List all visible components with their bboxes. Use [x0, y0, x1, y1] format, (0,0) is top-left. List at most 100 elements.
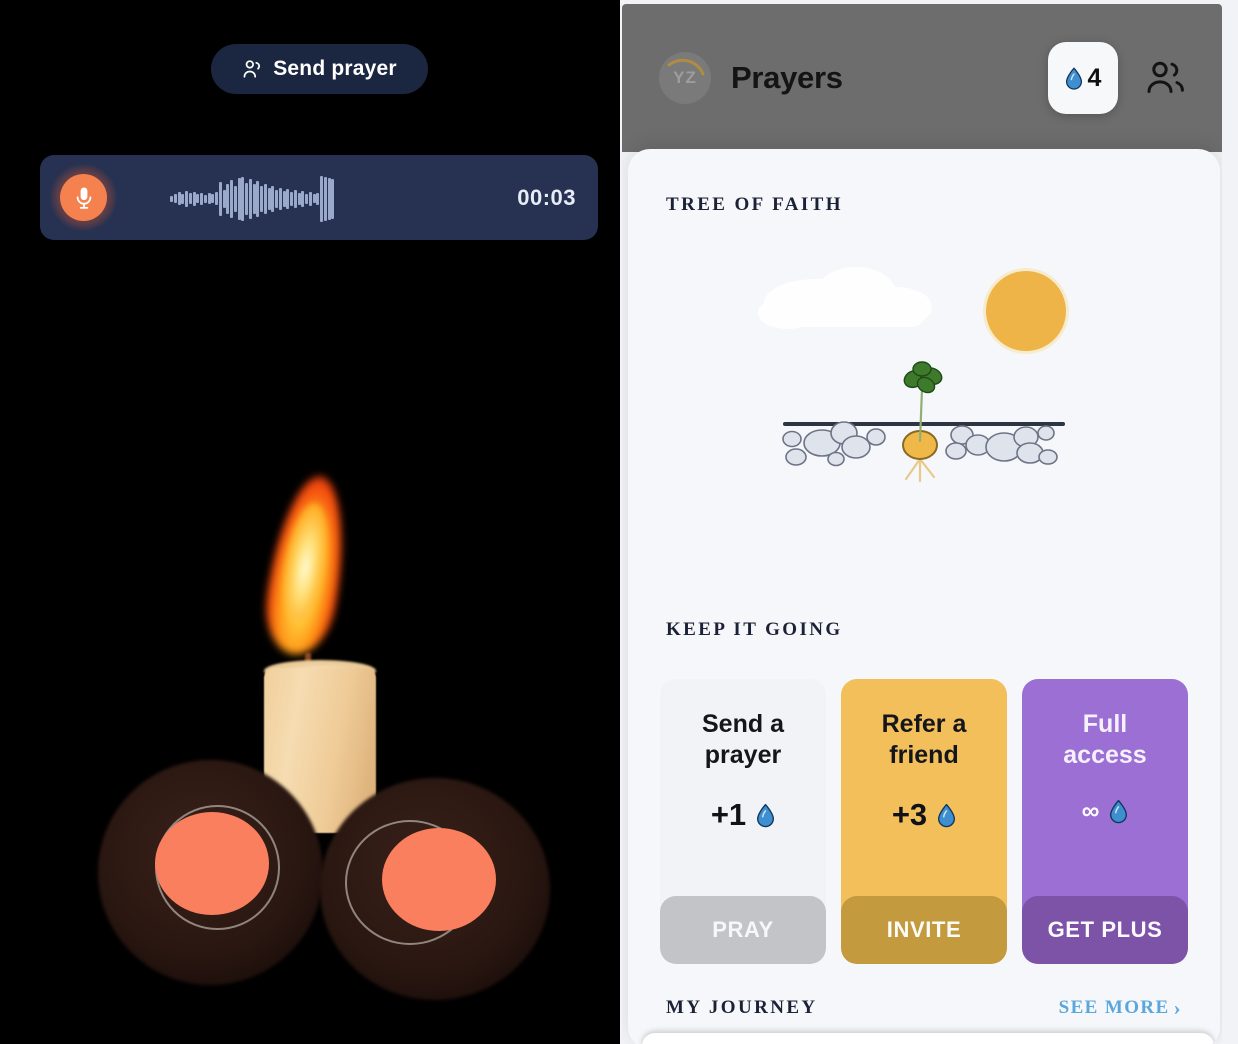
- card-title-line1: Full: [1082, 710, 1128, 738]
- waveform-bar: [263, 183, 267, 214]
- card-title: Send a prayer: [702, 709, 784, 770]
- waveform-bar: [252, 183, 256, 214]
- send-prayer-button[interactable]: Send prayer: [211, 44, 428, 94]
- avatar[interactable]: YZ: [659, 52, 711, 104]
- waveform-bar: [286, 188, 290, 209]
- waveform-bar: [275, 189, 278, 208]
- pray-button[interactable]: PRAY: [660, 896, 826, 964]
- friends-icon: [1144, 60, 1186, 96]
- waveform-bar: [293, 189, 297, 208]
- waveform-bar: [203, 194, 207, 203]
- invite-button[interactable]: INVITE: [841, 896, 1007, 964]
- avatar-progress-arc: [667, 58, 705, 76]
- my-journey-heading: MY JOURNEY: [666, 997, 818, 1018]
- card-reward-amount: ∞: [1081, 797, 1100, 825]
- card-title: Full access: [1063, 709, 1146, 770]
- waveform-bar: [196, 194, 200, 203]
- waveform-bar: [248, 178, 252, 219]
- card-reward-amount: +1: [710, 797, 747, 832]
- waveform-bar: [297, 192, 301, 205]
- waveform-bar: [282, 190, 286, 207]
- keep-it-going-heading: KEEP IT GOING: [666, 619, 843, 640]
- card-title-line2: access: [1063, 740, 1147, 769]
- waveform-bar: [170, 195, 173, 202]
- tree-of-faith-popup: TREE OF FAITH KEEP IT GOING Send a praye…: [628, 149, 1220, 1044]
- send-prayer-label: Send prayer: [273, 57, 397, 80]
- recording-timer: 00:03: [517, 184, 576, 210]
- candle-illustration: [0, 430, 620, 1044]
- waveform-bar: [233, 185, 237, 212]
- waveform-bar: [290, 191, 293, 206]
- waveform-bar: [301, 190, 305, 207]
- tree-of-faith-heading: TREE OF FAITH: [666, 194, 843, 215]
- app-viewport: YZ Prayers 4 TREE OF FAITH KEEP IT GOING…: [622, 4, 1222, 1044]
- waveform-bar: [215, 192, 218, 205]
- app-header: YZ Prayers 4: [622, 4, 1222, 152]
- reward-card-list: Send a prayer +1 PRAY Refer a friend +3 …: [660, 679, 1188, 964]
- waveform-bar: [267, 187, 271, 210]
- card-title-line1: Refer a: [881, 710, 967, 738]
- waveform-bar: [327, 177, 331, 220]
- waveform-bar: [241, 176, 245, 221]
- waveform-bar: [320, 175, 323, 222]
- card-title-line2: prayer: [704, 740, 782, 769]
- waveform-bar: [316, 192, 320, 205]
- see-more-label: SEE MORE: [1058, 997, 1170, 1018]
- waveform-bar: [226, 183, 230, 214]
- prayer-candle-screen: Send prayer 00:03: [0, 0, 620, 1044]
- waveform-bar: [278, 187, 282, 210]
- card-reward: +1: [660, 797, 826, 833]
- waveform-bar: [245, 182, 248, 215]
- waveform-bar: [222, 189, 226, 208]
- waveform-bar: [200, 192, 203, 205]
- drops-count: 4: [1087, 63, 1102, 92]
- waveform-bar: [188, 193, 192, 204]
- see-more-link[interactable]: SEE MORE ›: [1059, 997, 1182, 1019]
- voice-recorder-bar[interactable]: 00:03: [40, 155, 598, 240]
- sprout-seedling-icon: [782, 361, 1058, 483]
- card-reward-amount: +3: [891, 797, 928, 832]
- waveform-bar: [271, 185, 275, 212]
- waveform-bar: [331, 178, 335, 219]
- drops-badge[interactable]: 4: [1048, 42, 1118, 114]
- waveform-bar: [185, 190, 188, 207]
- waveform-bar: [308, 191, 312, 206]
- card-full-access[interactable]: Full access ∞ GET PLUS: [1022, 679, 1188, 964]
- screenshot-root: Send prayer 00:03 YZ Prayers 4 TREE OF F…: [0, 0, 1238, 1044]
- waveform-bar: [260, 185, 263, 212]
- water-drop-icon: [1065, 67, 1083, 90]
- waveform-bar: [237, 177, 241, 220]
- microphone-icon: [74, 186, 94, 210]
- cloud-icon: [758, 259, 953, 342]
- sun-icon: [986, 271, 1066, 351]
- waveform-bar: [192, 191, 196, 206]
- card-reward: +3: [841, 797, 1007, 833]
- next-card-peek: [642, 1033, 1214, 1044]
- waveform-bar: [256, 180, 260, 217]
- water-drop-icon: [756, 803, 775, 828]
- prayers-app-screen: YZ Prayers 4 TREE OF FAITH KEEP IT GOING…: [620, 0, 1238, 1044]
- waveform-bar: [177, 192, 181, 205]
- card-reward: ∞: [1022, 797, 1188, 826]
- waveform-bar: [181, 193, 185, 204]
- card-send-a-prayer[interactable]: Send a prayer +1 PRAY: [660, 679, 826, 964]
- waveform-bar: [305, 193, 308, 204]
- mic-record-button[interactable]: [60, 174, 107, 221]
- waveform-bar: [312, 194, 316, 203]
- waveform-bar: [218, 181, 222, 216]
- get-plus-button[interactable]: GET PLUS: [1022, 896, 1188, 964]
- people-icon: [242, 59, 264, 79]
- waveform-bar: [207, 193, 211, 204]
- card-title-line1: Send a: [702, 710, 784, 738]
- participant-avatar-right-dot: [382, 828, 496, 931]
- friends-button[interactable]: [1130, 42, 1200, 114]
- chevron-right-icon: ›: [1173, 995, 1182, 1020]
- waveform-bar: [230, 179, 233, 218]
- waveform-bar: [173, 194, 177, 203]
- card-title: Refer a friend: [882, 709, 967, 770]
- card-refer-a-friend[interactable]: Refer a friend +3 INVITE: [841, 679, 1007, 964]
- water-drop-icon: [937, 803, 956, 828]
- participant-avatar-left-dot: [155, 812, 269, 915]
- header-actions: 4: [1048, 42, 1200, 114]
- waveform-bar: [211, 194, 215, 203]
